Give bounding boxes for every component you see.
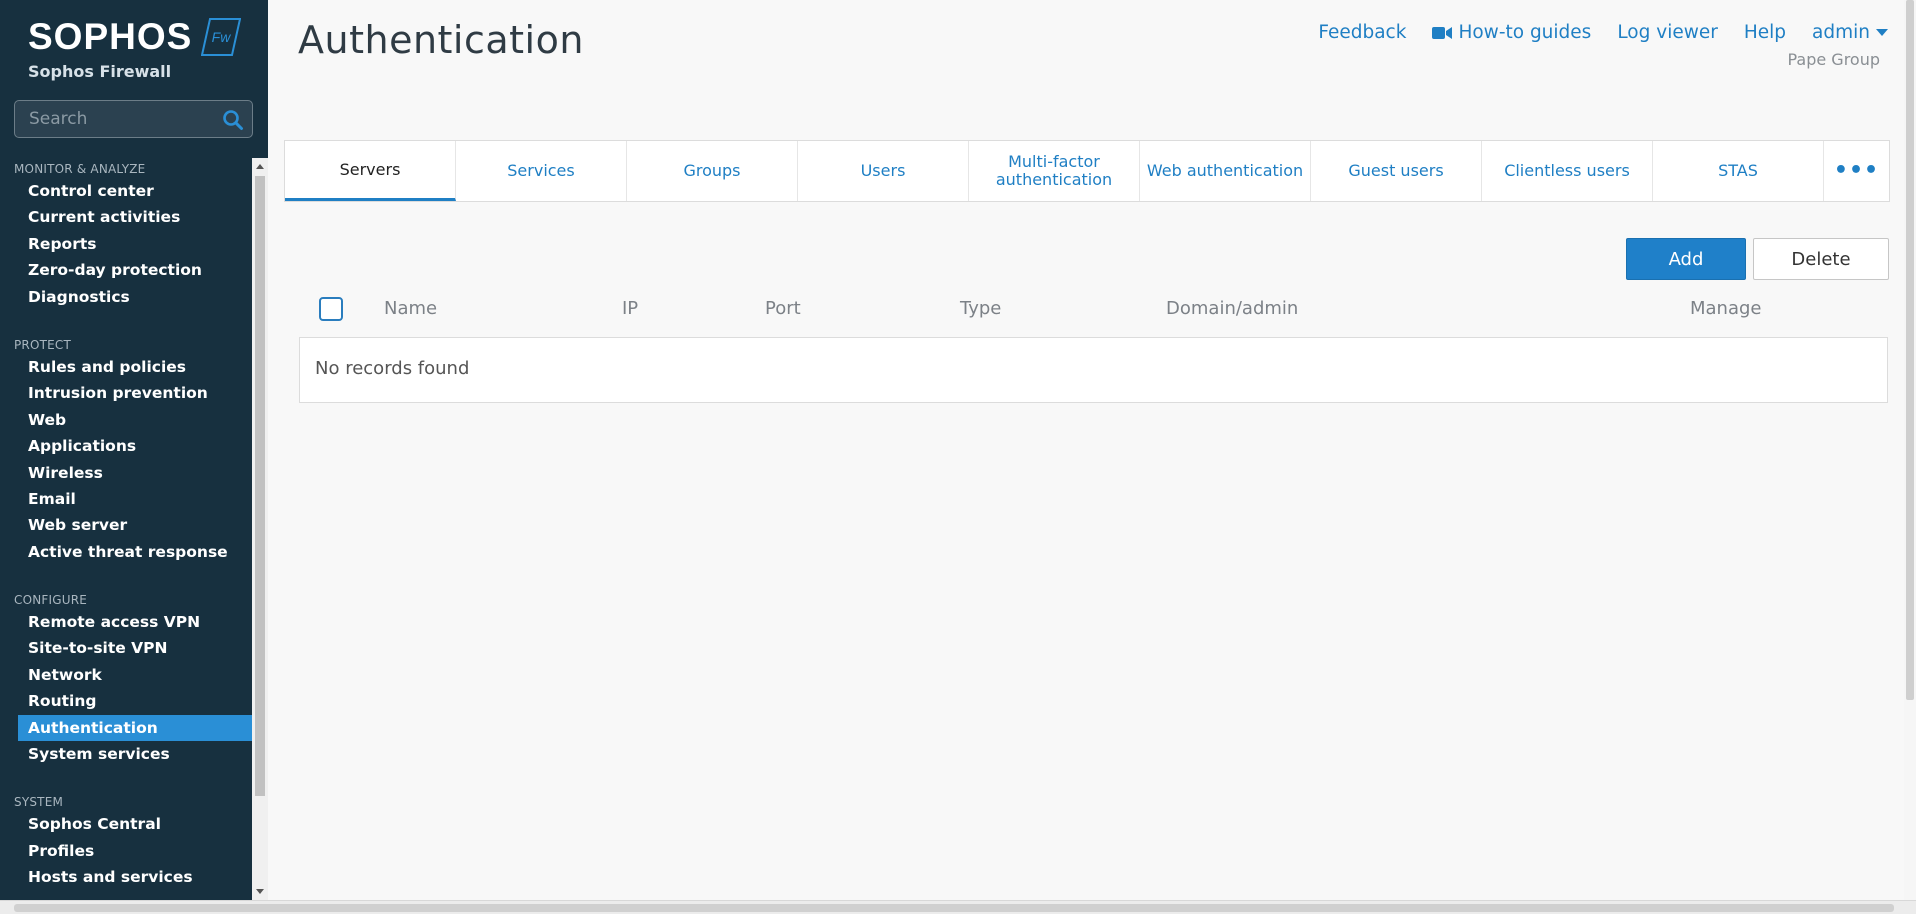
sidebar-item-network[interactable]: Network xyxy=(18,662,252,688)
tab-web-authentication[interactable]: Web authentication xyxy=(1140,141,1311,201)
tab-guest-users[interactable]: Guest users xyxy=(1311,141,1482,201)
sidebar-scrollbar[interactable] xyxy=(252,158,268,900)
column-name[interactable]: Name xyxy=(384,298,437,319)
tab-groups[interactable]: Groups xyxy=(627,141,798,201)
sidebar-item-diagnostics[interactable]: Diagnostics xyxy=(18,284,252,310)
firewall-badge-icon: Fw xyxy=(201,18,241,56)
sidebar-item-web-server[interactable]: Web server xyxy=(18,512,252,538)
sidebar-item-sophos-central[interactable]: Sophos Central xyxy=(18,811,252,837)
column-port[interactable]: Port xyxy=(765,298,801,319)
sidebar-nav: MONITOR & ANALYZE Control center Current… xyxy=(0,158,252,900)
user-menu[interactable]: admin xyxy=(1812,22,1888,43)
nav-section-system: SYSTEM xyxy=(14,795,64,810)
organization-name: Pape Group xyxy=(1787,50,1880,69)
help-label: Help xyxy=(1743,22,1787,43)
sidebar-item-remote-access-vpn[interactable]: Remote access VPN xyxy=(18,609,252,635)
how-to-guides-link[interactable]: How-to guides xyxy=(1432,22,1591,43)
column-domain-admin[interactable]: Domain/admin xyxy=(1166,298,1298,319)
sidebar-item-email[interactable]: Email xyxy=(18,486,252,512)
user-name: admin xyxy=(1812,22,1870,43)
table-header: Name IP Port Type Domain/admin Manage xyxy=(298,294,1888,330)
sidebar-item-site-to-site-vpn[interactable]: Site-to-site VPN xyxy=(18,635,252,661)
logo-wordmark: SOPHOS xyxy=(28,16,193,57)
column-ip[interactable]: IP xyxy=(622,298,638,319)
sidebar: SOPHOS Sophos Firewall Fw MONITOR & ANAL… xyxy=(0,0,268,914)
scroll-up-icon[interactable] xyxy=(256,164,264,169)
sidebar-item-system-services[interactable]: System services xyxy=(18,741,252,767)
sidebar-item-reports[interactable]: Reports xyxy=(18,231,252,257)
sidebar-item-authentication[interactable]: Authentication xyxy=(18,714,252,742)
sidebar-item-intrusion-prevention[interactable]: Intrusion prevention xyxy=(18,380,252,406)
select-all-checkbox[interactable] xyxy=(319,297,343,321)
table-body: No records found xyxy=(299,337,1888,403)
sidebar-scroll-thumb[interactable] xyxy=(255,176,265,796)
caret-down-icon xyxy=(1876,28,1888,36)
sidebar-item-current-activities[interactable]: Current activities xyxy=(18,204,252,230)
sidebar-item-rules-and-policies[interactable]: Rules and policies xyxy=(18,354,252,380)
column-manage: Manage xyxy=(1690,298,1762,319)
tab-services[interactable]: Services xyxy=(456,141,627,201)
empty-state-message: No records found xyxy=(315,358,470,379)
tab-stas[interactable]: STAS xyxy=(1653,141,1824,201)
horizontal-scrollbar[interactable] xyxy=(0,900,1916,914)
sidebar-item-control-center[interactable]: Control center xyxy=(18,178,252,204)
nav-section-monitor: MONITOR & ANALYZE xyxy=(14,162,146,176)
more-tabs-icon[interactable]: ••• xyxy=(1824,141,1889,201)
top-navigation: Feedback How-to guides Log viewer Help a… xyxy=(1318,22,1888,43)
feedback-link[interactable]: Feedback xyxy=(1318,22,1406,43)
tab-mfa-label: Multi-factor authentication xyxy=(995,152,1113,189)
scroll-down-icon[interactable] xyxy=(256,889,264,894)
search-icon[interactable] xyxy=(222,109,244,131)
sidebar-item-profiles[interactable]: Profiles xyxy=(18,838,252,864)
sidebar-item-active-threat-response[interactable]: Active threat response xyxy=(18,539,252,565)
help-link[interactable]: Help xyxy=(1744,22,1786,43)
nav-section-protect: PROTECT xyxy=(14,337,72,352)
sidebar-item-routing[interactable]: Routing xyxy=(18,688,252,714)
main-vertical-scrollbar[interactable] xyxy=(1904,0,1916,900)
add-button[interactable]: Add xyxy=(1626,238,1746,280)
sidebar-search[interactable] xyxy=(14,100,253,138)
column-type[interactable]: Type xyxy=(960,298,1001,319)
badge-text: Fw xyxy=(212,29,232,45)
sidebar-item-hosts-and-services[interactable]: Hosts and services xyxy=(18,864,252,890)
page-title: Authentication xyxy=(298,18,584,62)
sidebar-item-web[interactable]: Web xyxy=(18,407,252,433)
sophos-logo: SOPHOS Sophos Firewall xyxy=(28,16,193,82)
tab-multi-factor-authentication[interactable]: Multi-factor authentication xyxy=(969,141,1140,201)
sidebar-item-zero-day-protection[interactable]: Zero-day protection xyxy=(18,257,252,283)
feedback-label: Feedback xyxy=(1318,22,1407,43)
product-name: Sophos Firewall xyxy=(28,62,172,81)
search-input[interactable] xyxy=(15,101,215,137)
sidebar-item-applications[interactable]: Applications xyxy=(18,433,252,459)
horizontal-scroll-thumb[interactable] xyxy=(14,904,1894,912)
how-to-guides-label: How-to guides xyxy=(1458,22,1592,43)
video-camera-icon xyxy=(1432,26,1453,39)
delete-button[interactable]: Delete xyxy=(1753,238,1889,280)
tab-servers[interactable]: Servers xyxy=(285,141,456,201)
log-viewer-link[interactable]: Log viewer xyxy=(1617,22,1718,43)
tab-clientless-users[interactable]: Clientless users xyxy=(1482,141,1653,201)
tab-bar: Servers Services Groups Users Multi-fact… xyxy=(284,140,1890,202)
log-viewer-label: Log viewer xyxy=(1617,22,1718,43)
nav-section-configure: CONFIGURE xyxy=(14,593,88,608)
sidebar-item-wireless[interactable]: Wireless xyxy=(18,460,252,486)
tab-users[interactable]: Users xyxy=(798,141,969,201)
main-scroll-thumb[interactable] xyxy=(1906,0,1914,700)
